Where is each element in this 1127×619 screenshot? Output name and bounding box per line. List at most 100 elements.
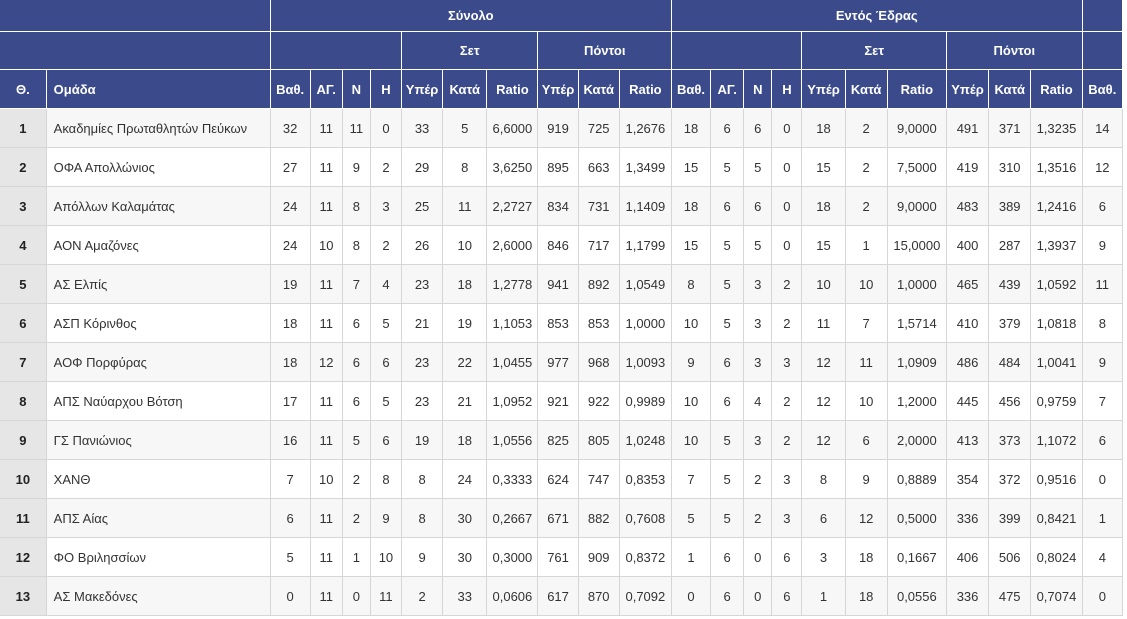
stat-cell: 0,0556	[887, 576, 947, 616]
stat-cell: 486	[946, 342, 990, 382]
stat-cell: 6	[710, 342, 745, 382]
stat-cell: 0	[771, 108, 803, 148]
stat-cell: 18	[801, 108, 846, 148]
stat-cell: 725	[578, 108, 620, 148]
stat-cell: 3,6250	[486, 147, 539, 187]
stat-cell: 5	[370, 381, 402, 421]
stat-cell: 11	[845, 342, 888, 382]
stat-cell: 731	[578, 186, 620, 226]
stat-cell: 0,7074	[1030, 576, 1083, 616]
stat-cell: 1,0909	[887, 342, 947, 382]
table-row: 4 ΑΟΝ Αμαζόνες 24 10 8 2 26 10 2,6000 846 717 1,179…	[0, 225, 1124, 265]
stat-cell: 0	[771, 225, 803, 265]
position-cell: 8	[0, 381, 47, 421]
header-blank	[671, 31, 803, 70]
stat-cell: 9	[342, 147, 371, 187]
stat-cell: 2,6000	[486, 225, 539, 265]
stat-cell: 0,8421	[1030, 498, 1083, 538]
position-cell: 5	[0, 264, 47, 304]
stat-cell: 1	[1082, 498, 1124, 538]
stat-cell: 2	[845, 186, 888, 226]
stat-cell: 11	[310, 498, 343, 538]
stat-cell: 2	[845, 108, 888, 148]
column-header: Κατά	[442, 69, 488, 109]
stat-cell: 6	[771, 576, 803, 616]
stat-cell: 0,9989	[619, 381, 672, 421]
stat-cell: 6	[801, 498, 846, 538]
stat-cell: 10	[845, 264, 888, 304]
stat-cell: 21	[401, 303, 444, 343]
stat-cell: 0	[743, 576, 773, 616]
stat-cell: 1,0592	[1030, 264, 1083, 304]
stat-cell: 18	[801, 186, 846, 226]
stat-cell: 11	[310, 186, 343, 226]
stat-cell: 9	[1082, 342, 1124, 382]
stat-cell: 870	[578, 576, 620, 616]
column-header: Η	[771, 69, 803, 109]
stat-cell: 27	[270, 147, 311, 187]
table-row: 7 ΑΟΦ Πορφύρας 18 12 6 6 23 22 1,0455 977 968 1,009…	[0, 342, 1124, 382]
stat-cell: 0,8372	[619, 537, 672, 577]
stat-cell: 8	[401, 459, 444, 499]
stat-cell: 5	[370, 303, 402, 343]
stat-cell: 12	[845, 498, 888, 538]
stat-cell: 919	[537, 108, 579, 148]
table-row: 9 ΓΣ Πανιώνιος 16 11 5 6 19 18 1,0556 825 805 1,024…	[0, 420, 1124, 460]
stat-cell: 8	[671, 264, 712, 304]
position-cell: 13	[0, 576, 47, 616]
stat-cell: 2	[771, 420, 803, 460]
stat-cell: 445	[946, 381, 990, 421]
table-row: 6 ΑΣΠ Κόρινθος 18 11 6 5 21 19 1,1053 853 853 1,000…	[0, 303, 1124, 343]
stat-cell: 1,5714	[887, 303, 947, 343]
team-name-cell: ΑΣΠ Κόρινθος	[46, 303, 271, 343]
position-cell: 10	[0, 459, 47, 499]
stat-cell: 1,1053	[486, 303, 539, 343]
stat-cell: 22	[442, 342, 488, 382]
stat-cell: 10	[801, 264, 846, 304]
stat-cell: 7	[270, 459, 311, 499]
stat-cell: 11	[342, 108, 371, 148]
team-name-cell: ΦΟ Βριλησσίων	[46, 537, 271, 577]
stat-cell: 11	[310, 147, 343, 187]
stat-cell: 372	[988, 459, 1032, 499]
header-row-subgroups: Σετ Πόντοι Σετ Πόντοι	[0, 31, 1124, 70]
column-header: Ratio	[619, 69, 672, 109]
stat-cell: 1,2000	[887, 381, 947, 421]
stat-cell: 11	[310, 264, 343, 304]
column-header: Ν	[743, 69, 773, 109]
stat-cell: 5	[710, 420, 745, 460]
header-blank	[270, 31, 402, 70]
stat-cell: 2	[771, 264, 803, 304]
stat-cell: 33	[401, 108, 444, 148]
stat-cell: 0,3000	[486, 537, 539, 577]
stat-cell: 10	[310, 459, 343, 499]
stat-cell: 1,3499	[619, 147, 672, 187]
header-home-sets: Σετ	[801, 31, 947, 70]
stat-cell: 671	[537, 498, 579, 538]
stat-cell: 18	[270, 303, 311, 343]
stat-cell: 7	[342, 264, 371, 304]
stat-cell: 2	[743, 498, 773, 538]
header-row-groups: Σύνολο Εντός Έδρας	[0, 0, 1124, 32]
team-name-cell: ΑΟΝ Αμαζόνες	[46, 225, 271, 265]
stat-cell: 287	[988, 225, 1032, 265]
stat-cell: 0	[1082, 459, 1124, 499]
stat-cell: 717	[578, 225, 620, 265]
stat-cell: 0	[771, 186, 803, 226]
header-total-points: Πόντοι	[537, 31, 672, 70]
stat-cell: 6	[342, 342, 371, 382]
stat-cell: 761	[537, 537, 579, 577]
stat-cell: 12	[801, 381, 846, 421]
stat-cell: 3	[743, 342, 773, 382]
stat-cell: 33	[442, 576, 488, 616]
position-cell: 9	[0, 420, 47, 460]
stat-cell: 7	[1082, 381, 1124, 421]
position-cell: 7	[0, 342, 47, 382]
stat-cell: 834	[537, 186, 579, 226]
stat-cell: 11	[370, 576, 402, 616]
column-header: Ratio	[1030, 69, 1083, 109]
header-blank	[1082, 31, 1124, 70]
stat-cell: 2	[342, 459, 371, 499]
stat-cell: 1,0455	[486, 342, 539, 382]
column-header: Η	[370, 69, 402, 109]
